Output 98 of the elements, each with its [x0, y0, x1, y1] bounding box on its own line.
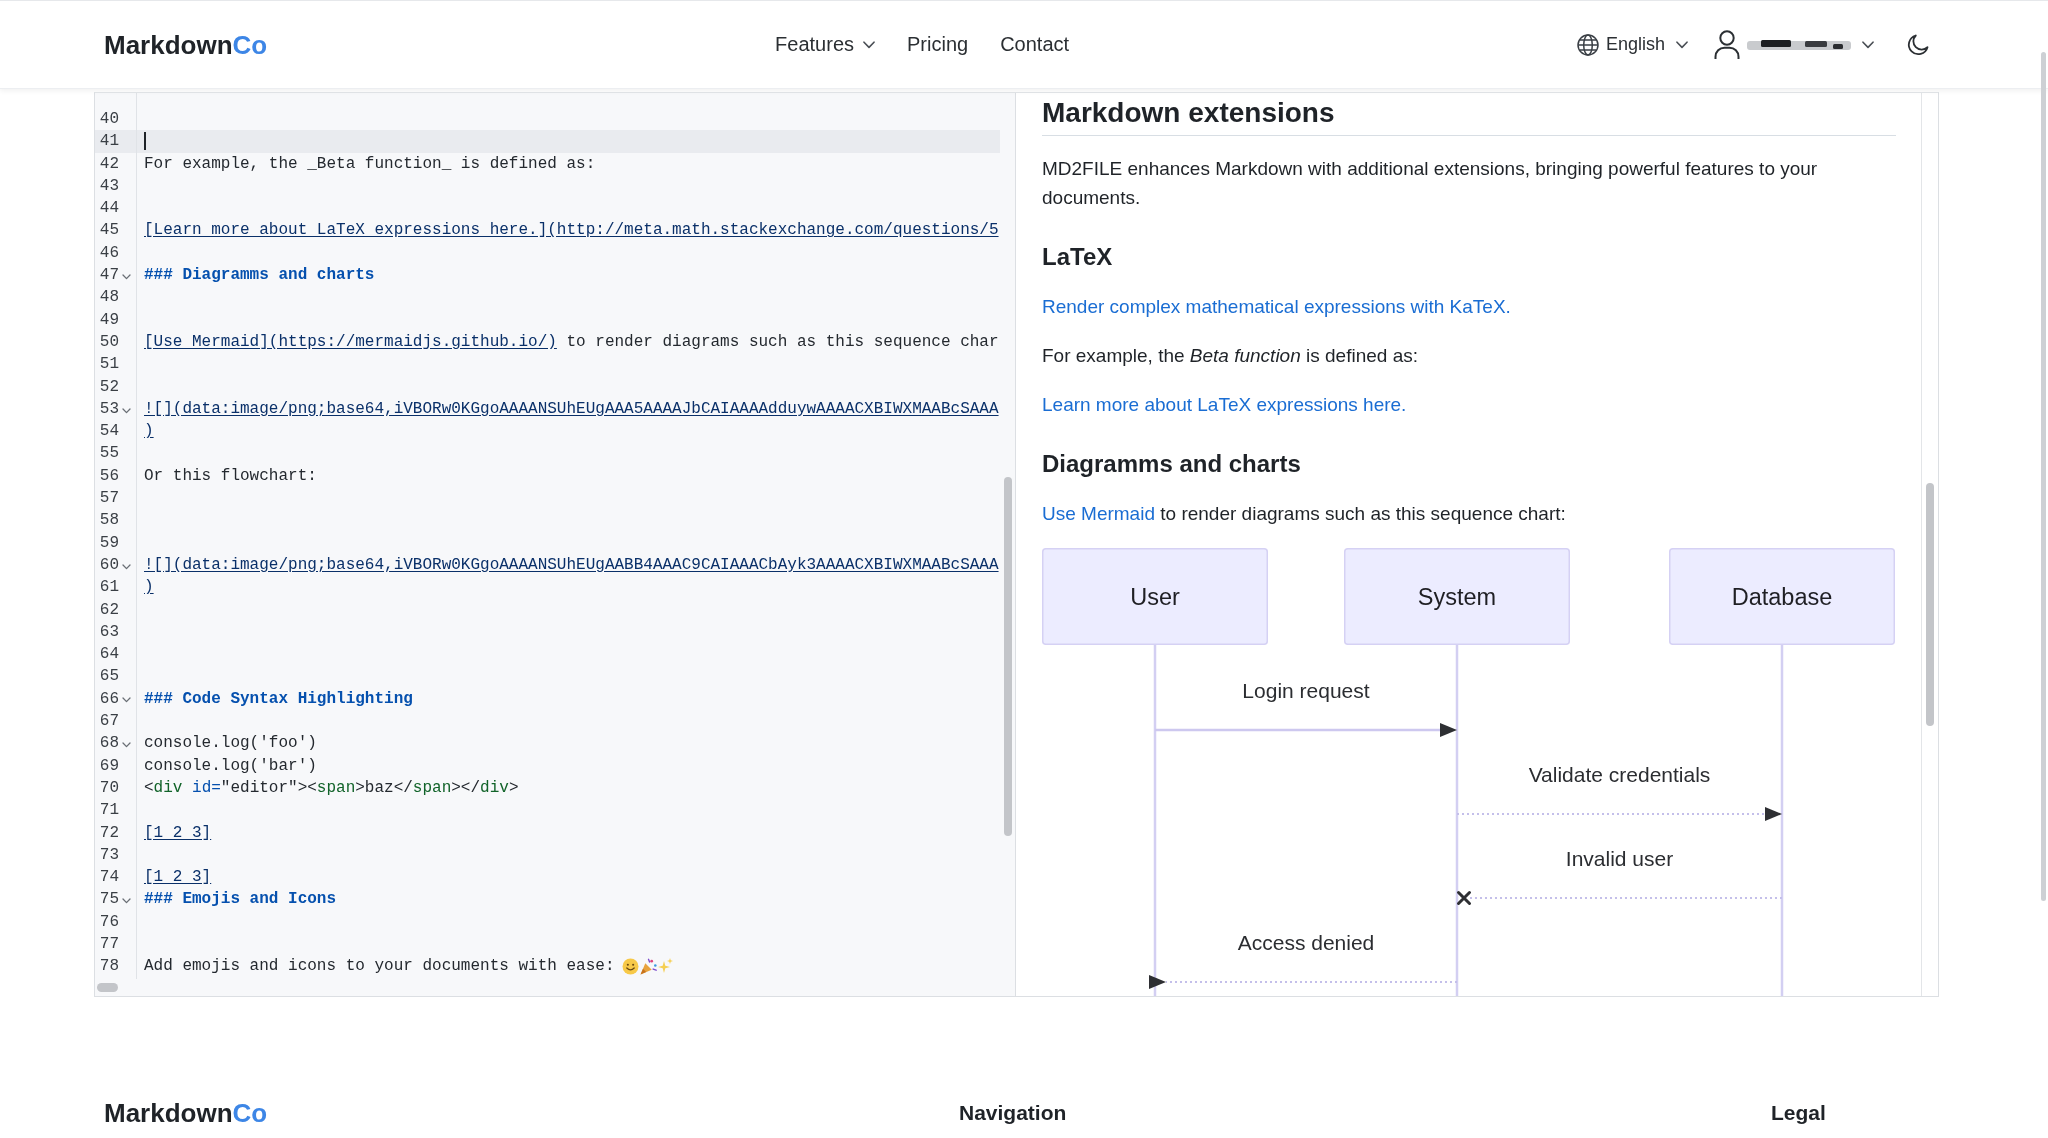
text-cursor: [144, 132, 146, 151]
chevron-down-icon[interactable]: [121, 407, 131, 414]
link[interactable]: Use Mermaid: [1042, 503, 1155, 524]
smiley-emoji-icon: [622, 957, 640, 975]
code-line: [1 2 3]: [144, 867, 212, 889]
code-line: console.log('foo'): [144, 733, 317, 755]
message-label: Invalid user: [1565, 847, 1674, 870]
language-selector[interactable]: English: [1576, 33, 1688, 56]
line-number: 53: [99, 398, 119, 420]
code-line: [1 2 3]: [144, 822, 212, 844]
chevron-down-icon[interactable]: [121, 741, 131, 748]
line-number: 45: [99, 220, 119, 242]
logo[interactable]: MarkdownCo: [104, 1098, 268, 1128]
scrollbar-thumb[interactable]: [97, 982, 118, 992]
line-number: 50: [99, 331, 119, 353]
code-line: ### Emojis and Icons: [144, 889, 337, 911]
paragraph: MD2FILE enhances Markdown with additional extensions, bringing powerful features to your documents.: [1042, 157, 1819, 210]
line-number: 48: [99, 287, 119, 309]
line-number: 59: [99, 532, 119, 554]
link[interactable]: Render complex mathematical expressions with KaTeX.: [1042, 296, 1511, 317]
line-number: 78: [99, 956, 119, 978]
logo[interactable]: MarkdownCo: [104, 29, 268, 60]
line-number: 47: [99, 265, 119, 287]
line-number: 43: [99, 175, 119, 197]
line-number: 66: [99, 688, 119, 710]
line-number: 42: [99, 153, 119, 175]
line-number: 51: [99, 354, 119, 376]
code-line: ### Code Syntax Highlighting: [144, 688, 413, 710]
chevron-down-icon[interactable]: [121, 563, 131, 570]
code-line: ): [144, 577, 154, 599]
line-number: 41: [99, 131, 119, 153]
message-label: Login request: [1242, 679, 1370, 702]
line-number: 65: [99, 666, 119, 688]
globe-icon: [1576, 33, 1599, 56]
code-line: ![](data:image/png;base64,iVBORw0KGgoAAAANSUhEUgAAA5AAAAJbCAIAAAAdduywAAAACXBIWXMAABcSAAA: [144, 398, 999, 420]
code-line: For example, the _Beta function_ is defined as:: [144, 153, 596, 175]
line-number: 75: [99, 889, 119, 911]
chevron-down-icon[interactable]: [121, 273, 131, 280]
participant-box: System: [1344, 548, 1570, 645]
scrollbar-thumb[interactable]: [1003, 477, 1012, 836]
line-number: 62: [99, 599, 119, 621]
line-number: 70: [99, 777, 119, 799]
line-number: 72: [99, 822, 119, 844]
nav-link[interactable]: Contact: [1000, 33, 1070, 56]
footer-heading: Navigation: [959, 1100, 1067, 1126]
line-number: 69: [99, 755, 119, 777]
line-number: 68: [99, 733, 119, 755]
code-line: ### Diagramms and charts: [144, 265, 375, 287]
line-number: 58: [99, 510, 119, 532]
code-line: <div id="editor"><span>baz</span></div>: [144, 777, 519, 799]
line-number: 55: [99, 443, 119, 465]
moon-icon: [1906, 32, 1930, 57]
scrollbar-thumb[interactable]: [2041, 52, 2046, 901]
line-number: 56: [99, 465, 119, 487]
participant-box: User: [1042, 548, 1268, 645]
participant-box: Database: [1669, 548, 1895, 645]
line-number: 52: [99, 376, 119, 398]
line-number: 67: [99, 711, 119, 732]
code-line: console.log('bar'): [144, 755, 317, 777]
heading: Diagramms and charts: [1042, 449, 1302, 479]
line-number: 44: [99, 198, 119, 220]
user-icon: [1714, 29, 1740, 60]
line-number: 61: [99, 577, 119, 599]
link[interactable]: Learn more about LaTeX expressions here.: [1042, 394, 1407, 415]
paragraph: For example, the Beta function is defined as:: [1042, 344, 1419, 368]
nav-link[interactable]: Features: [775, 33, 876, 56]
code-line: ): [144, 421, 154, 443]
line-number: 46: [99, 242, 119, 264]
footer-heading: Legal: [1771, 1100, 1826, 1126]
chevron-down-icon[interactable]: [121, 697, 131, 704]
nav-link[interactable]: Pricing: [907, 33, 969, 56]
line-number: 76: [99, 911, 119, 933]
line-number: 71: [99, 800, 119, 822]
code-line: [Learn more about LaTeX expressions here.](http://meta.math.stackexchange.com/questions/5: [144, 220, 999, 242]
line-number: 63: [99, 621, 119, 643]
code-line: Or this flowchart:: [144, 465, 317, 487]
code-line: ![](data:image/png;base64,iVBORw0KGgoAAAANSUhEUgAABB4AAAC9CAIAAACbAyk3AAAACXBIWXMAABcSAAA: [144, 554, 999, 576]
code-line: [Use Mermaid](https://mermaidjs.github.io/) to render diagrams such as this sequence char: [144, 331, 999, 353]
heading: Markdown extensions: [1042, 97, 1896, 136]
party-popper-emoji-icon: [640, 957, 658, 975]
paragraph: Use Mermaid to render diagrams such as this sequence chart:: [1042, 502, 1567, 526]
message-label: Access denied: [1237, 931, 1375, 954]
line-number: 49: [99, 309, 119, 331]
line-number: 57: [99, 488, 119, 510]
heading: LaTeX: [1042, 242, 1114, 272]
line-number: 60: [99, 554, 119, 576]
line-number: 54: [99, 421, 119, 443]
line-number: 64: [99, 644, 119, 666]
code-line: Add emojis and icons to your documents with ease:: [144, 956, 615, 978]
line-number: 40: [99, 109, 119, 130]
account-menu[interactable]: [1714, 29, 1874, 60]
theme-toggle[interactable]: [1906, 32, 1930, 57]
scrollbar-thumb[interactable]: [1926, 483, 1934, 726]
line-number: 77: [99, 934, 119, 955]
chevron-down-icon[interactable]: [121, 898, 131, 905]
message-label: Validate credentials: [1528, 763, 1711, 786]
line-number: 73: [99, 844, 119, 866]
line-number: 74: [99, 867, 119, 889]
